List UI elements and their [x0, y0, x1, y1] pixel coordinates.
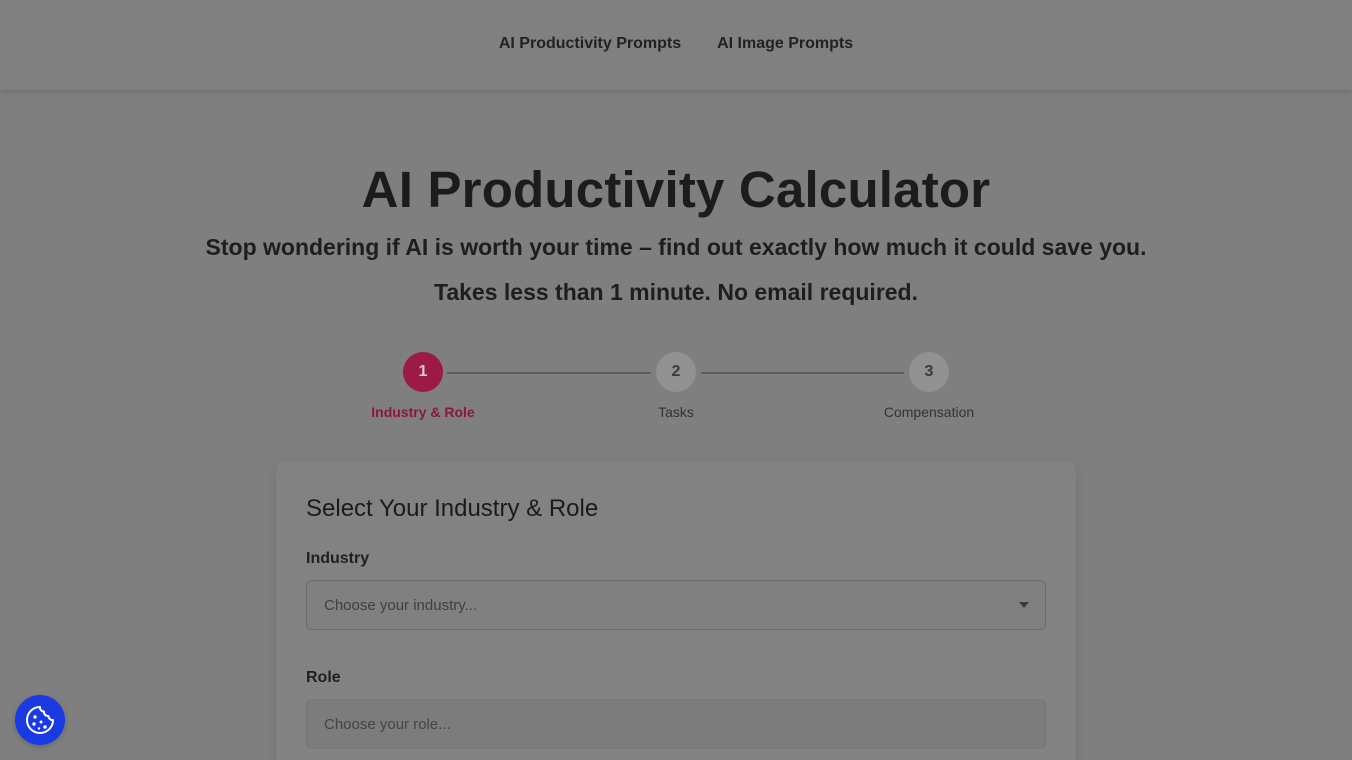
- progress-stepper: 1 Industry & Role 2 Tasks 3 Compensation: [0, 352, 1352, 432]
- step-label: Tasks: [658, 404, 694, 420]
- nav-link-ai-image-prompts[interactable]: AI Image Prompts: [717, 35, 853, 53]
- industry-role-card: Select Your Industry & Role Industry Cho…: [276, 461, 1076, 760]
- cookie-settings-button[interactable]: [15, 695, 65, 745]
- step-number-circle: 1: [403, 352, 443, 392]
- step-number-circle: 3: [909, 352, 949, 392]
- role-label: Role: [306, 669, 341, 686]
- page-subtitle: Stop wondering if AI is worth your time …: [205, 234, 1147, 260]
- step-industry-role: 1 Industry & Role: [343, 352, 503, 420]
- role-select[interactable]: Choose your role...: [306, 699, 1046, 749]
- cookie-icon: [26, 706, 54, 734]
- step-label: Compensation: [883, 404, 975, 420]
- nav-link-ai-productivity-prompts[interactable]: AI Productivity Prompts: [499, 35, 681, 53]
- industry-label: Industry: [306, 550, 370, 567]
- step-number-circle: 2: [656, 352, 696, 392]
- step-label: Industry & Role: [371, 404, 475, 420]
- page-note: Takes less than 1 minute. No email requi…: [433, 279, 918, 305]
- industry-select-placeholder: Choose your industry...: [324, 596, 478, 614]
- card-title: Select Your Industry & Role: [306, 495, 599, 522]
- industry-select[interactable]: Choose your industry...: [306, 580, 1046, 630]
- top-navigation: AI Productivity Prompts AI Image Prompts: [0, 0, 1352, 90]
- page-title: AI Productivity Calculator: [361, 161, 991, 218]
- role-select-placeholder: Choose your role...: [324, 715, 451, 733]
- step-compensation: 3 Compensation: [849, 352, 1009, 420]
- chevron-down-icon: [1019, 602, 1029, 608]
- step-tasks: 2 Tasks: [596, 352, 756, 420]
